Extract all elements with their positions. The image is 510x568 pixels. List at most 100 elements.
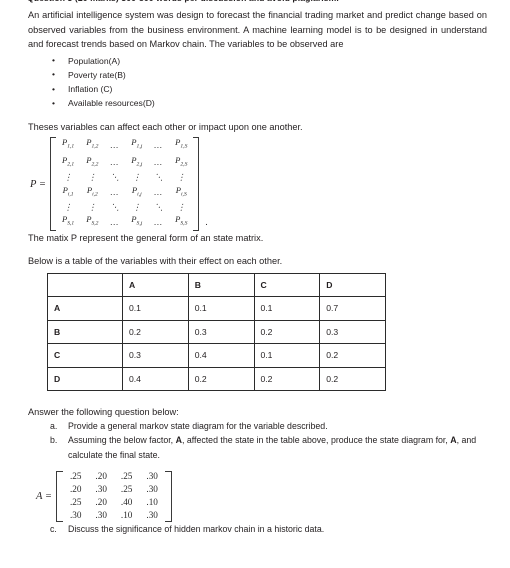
effect-table-cell: 0.3 xyxy=(319,319,386,345)
matrix-p-entry: PS,2 xyxy=(86,214,99,228)
effect-table-cell: 0.2 xyxy=(319,343,386,368)
effect-table-cell: 0.2 xyxy=(253,319,321,345)
matrix-a-entry: .10 xyxy=(120,509,133,520)
matrix-a: .25.20.25.30.20.30.25.30.25.20.40.10.30.… xyxy=(63,471,165,522)
variable-item: Available resources(D) xyxy=(0,96,510,110)
matrix-p-entry: P1,S xyxy=(175,137,188,151)
variable-item: Population(A) xyxy=(0,53,510,68)
effect-table-cell: 0.1 xyxy=(187,296,255,321)
effect-table-row-header: B xyxy=(47,319,123,345)
matrix-p-entry: Pi,1 xyxy=(62,184,74,198)
matrix-p-hdots: … xyxy=(154,139,164,150)
matrix-p-hdots: … xyxy=(110,156,120,167)
question-c-list: c. Discuss the significance of hidden mar… xyxy=(0,522,510,536)
matrix-p-vdots: ⋮ xyxy=(63,171,73,182)
matrix-p-hdots: … xyxy=(110,216,120,227)
effect-table-cell: 0.1 xyxy=(253,296,321,321)
matrix-p-vdots: ⋮ xyxy=(176,171,186,182)
effect-table: A B C D A 0.1 0.1 0.1 0.7 B 0.2 0.3 0.2 0.3 C 0.3 0.4 0.1… xyxy=(47,272,386,392)
matrix-p-hdots: … xyxy=(110,139,120,150)
matrix-p-entry: Pi,S xyxy=(175,184,187,198)
variable-item: Inflation (C) xyxy=(0,82,510,96)
effect-table-col-header: A xyxy=(122,272,189,298)
matrix-a-entry: .30 xyxy=(146,471,158,482)
matrix-a-row: .25 .20 .25 .30 xyxy=(63,471,165,484)
document-page: Question 3 (20 marks) 300-500 words per … xyxy=(0,0,510,568)
effect-table-cell: 0.1 xyxy=(122,296,189,321)
matrix-p-caption: The matix P represent the general form o… xyxy=(28,233,264,244)
matrix-a-entry: .25 xyxy=(120,471,133,482)
matrix-p-entry: Pi,j xyxy=(131,184,142,198)
matrix-p-entry: PS,S xyxy=(175,214,188,228)
matrix-p-row: ⋮ ⋮ ⋱ ⋮ ⋱ ⋮ xyxy=(56,201,193,214)
effect-table-row-header: C xyxy=(47,343,123,368)
questions-list: a. Provide a general markov state diagram… xyxy=(0,419,510,462)
question-item-marker: b. xyxy=(50,435,58,446)
matrix-a-right-bracket xyxy=(164,470,172,522)
matrix-a-entry: .40 xyxy=(120,496,133,507)
matrix-p-vdots: ⋮ xyxy=(176,201,186,212)
effect-table-cell: 0.2 xyxy=(253,366,321,392)
effect-table-wrap: A B C D A 0.1 0.1 0.1 0.7 B 0.2 0.3 0.2 0.3 C 0.3 0.4 0.1… xyxy=(0,272,510,392)
effect-table-cell: 0.4 xyxy=(122,366,189,392)
table-intro: Below is a table of the variables with t… xyxy=(28,256,283,267)
effect-table-cell: 0.3 xyxy=(187,319,255,345)
question-text: Discuss the significance of hidden marko… xyxy=(68,523,325,534)
matrix-p-row: Pi,1 Pi,2 … Pi,j … Pi,S xyxy=(56,184,193,201)
effect-table-cell: 0.2 xyxy=(122,319,189,345)
question-text: Provide a general markov state diagram f… xyxy=(68,421,328,432)
matrix-p-ddots: ⋱ xyxy=(154,171,163,182)
matrix-p: P1,1 P1,2… P1,j… P1,S P2,1 P2,2… P2,j… P2,S ⋮ ⋮ ⋱ ⋮… xyxy=(56,137,193,231)
matrix-a-entry: .10 xyxy=(146,496,158,507)
matrix-p-entry: P1,1 xyxy=(61,137,75,151)
effect-table-col-header: D xyxy=(319,272,386,298)
matrix-p-hdots: … xyxy=(154,216,164,227)
matrix-p-vdots: ⋮ xyxy=(132,201,142,212)
matrix-p-ddots: ⋱ xyxy=(154,201,163,212)
effect-table-row-header: A xyxy=(47,296,123,321)
matrix-p-entry: PS,j xyxy=(131,214,143,228)
matrix-p-entry: P2,2 xyxy=(86,154,99,168)
matrix-p-row: P1,1 P1,2 … P1,j … P1,S xyxy=(56,137,193,154)
matrix-p-entry: PS,1 xyxy=(61,214,75,228)
effect-table-cell: 0.4 xyxy=(187,343,255,368)
matrix-p-hdots: … xyxy=(154,156,164,167)
matrix-p-vdots: ⋮ xyxy=(88,201,97,212)
matrix-p-ddots: ⋱ xyxy=(110,201,120,212)
matrix-p-ddots: ⋱ xyxy=(110,171,120,182)
matrix-p-trailing-period: . xyxy=(205,217,208,228)
effect-table-cell: 0.2 xyxy=(187,366,255,392)
matrix-p-vdots: ⋮ xyxy=(132,171,142,182)
effect-table-header-row: ABCD xyxy=(47,272,386,298)
matrix-p-row: ⋮ ⋮ ⋱ ⋮ ⋱ ⋮ xyxy=(56,171,193,184)
matrix-a-entry: .20 xyxy=(69,484,82,495)
matrix-a-entry: .30 xyxy=(69,509,82,520)
question-item-marker: c. xyxy=(50,523,57,534)
matrix-a-entry: .25 xyxy=(69,496,82,507)
matrix-a-row: .25 .20 .40 .10 xyxy=(63,496,165,509)
matrix-p-label: P = xyxy=(30,178,46,190)
effect-table-cell: 0.1 xyxy=(253,343,321,368)
question-text: Assuming the below factor, xyxy=(68,435,176,446)
matrix-p-hdots: … xyxy=(110,186,120,197)
matrix-a-entry: .30 xyxy=(95,484,107,495)
intro-paragraph: An artificial intelligence system was de… xyxy=(28,10,487,50)
matrix-p-entry: P2,j xyxy=(131,154,143,168)
matrix-p-entry: Pi,2 xyxy=(86,184,98,198)
matrix-a-entry: .20 xyxy=(95,496,107,507)
table-row: B 0.2 0.3 0.2 0.3 xyxy=(47,319,386,345)
question-item-marker: a. xyxy=(50,421,58,432)
matrix-p-hdots: … xyxy=(154,186,164,197)
matrix-p-row: P2,1 P2,2 … P2,j … P2,S xyxy=(56,154,193,171)
table-row: D 0.4 0.2 0.2 0.2 xyxy=(47,366,386,392)
matrix-p-entry: P2,1 xyxy=(61,154,75,168)
matrix-a-left-bracket xyxy=(55,470,63,522)
variables-list: Population(A)Poverty rate(B)Inflation (C… xyxy=(0,53,510,111)
matrix-a-entry: .30 xyxy=(146,484,158,495)
matrix-p-right-bracket xyxy=(193,136,200,232)
matrix-p-row: PS,1 PS,2 … PS,j … PS,S xyxy=(56,214,193,231)
matrix-a-entry: .20 xyxy=(95,471,107,482)
table-row: C 0.3 0.4 0.1 0.2 xyxy=(47,343,386,368)
clipped-question-header: Question 3 (20 marks) 300-500 words per … xyxy=(27,0,487,3)
